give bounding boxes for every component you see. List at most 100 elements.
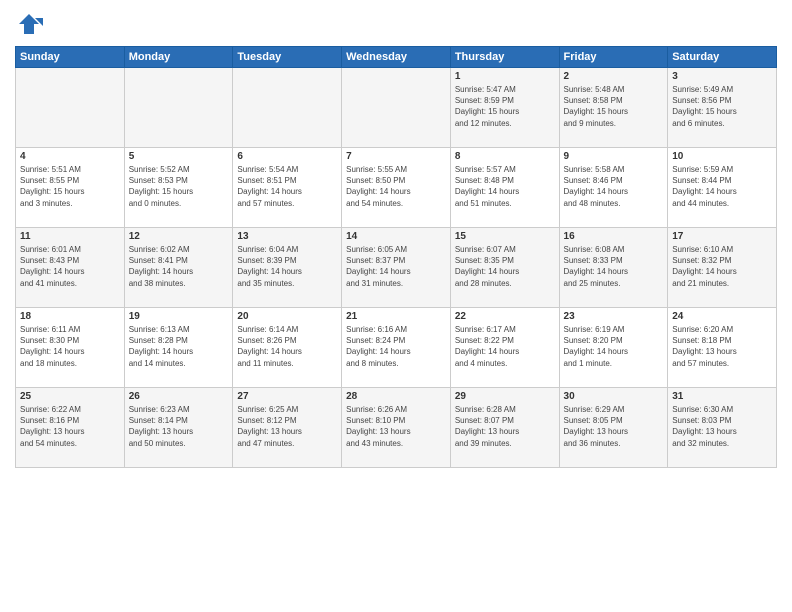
calendar-cell: 20Sunrise: 6:14 AMSunset: 8:26 PMDayligh… (233, 308, 342, 388)
calendar-cell: 21 Sunrise: 6:16 AMSunset: 8:24 PMDayligh… (342, 308, 451, 388)
day-number: 12 (129, 231, 229, 242)
week-row-3: 11 Sunrise: 6:01 AMSunset: 8:43 PMDayligh… (16, 228, 777, 308)
day-header-friday: Friday (559, 47, 668, 68)
day-header-monday: Monday (124, 47, 233, 68)
day-info: Sunrise: 6:07 AMSunset: 8:35 PMDaylight:… (455, 244, 555, 289)
calendar-cell: 30 Sunrise: 6:29 AMSunset: 8:05 PMDayligh… (559, 388, 668, 468)
day-number: 7 (346, 151, 446, 162)
day-header-thursday: Thursday (450, 47, 559, 68)
calendar-cell: 25Sunrise: 6:22 AMSunset: 8:16 PMDayligh… (16, 388, 125, 468)
day-number: 14 (346, 231, 446, 242)
calendar-cell: 12 Sunrise: 6:02 AMSunset: 8:41 PMDayligh… (124, 228, 233, 308)
day-info: Sunrise: 6:17 AMSunset: 8:22 PMDaylight:… (455, 324, 555, 369)
day-info: Sunrise: 6:23 AMSunset: 8:14 PMDaylight:… (129, 404, 229, 449)
day-number: 5 (129, 151, 229, 162)
day-header-wednesday: Wednesday (342, 47, 451, 68)
day-info: Sunrise: 5:49 AMSunset: 8:56 PMDaylight:… (672, 84, 772, 129)
calendar-cell: 9 Sunrise: 5:58 AMSunset: 8:46 PMDaylight… (559, 148, 668, 228)
calendar-cell (124, 68, 233, 148)
calendar-cell: 24 Sunrise: 6:20 AMSunset: 8:18 PMDayligh… (668, 308, 777, 388)
logo (15, 10, 47, 38)
day-info: Sunrise: 6:30 AMSunset: 8:03 PMDaylight:… (672, 404, 772, 449)
week-row-1: 1 Sunrise: 5:47 AMSunset: 8:59 PMDaylight… (16, 68, 777, 148)
calendar-cell: 13 Sunrise: 6:04 AMSunset: 8:39 PMDayligh… (233, 228, 342, 308)
day-number: 23 (564, 311, 664, 322)
day-number: 21 (346, 311, 446, 322)
day-info: Sunrise: 5:54 AMSunset: 8:51 PMDaylight:… (237, 164, 337, 209)
day-info: Sunrise: 5:55 AMSunset: 8:50 PMDaylight:… (346, 164, 446, 209)
day-number: 11 (20, 231, 120, 242)
day-info: Sunrise: 6:01 AMSunset: 8:43 PMDaylight:… (20, 244, 120, 289)
day-info: Sunrise: 6:13 AMSunset: 8:28 PMDaylight:… (129, 324, 229, 369)
logo-icon (15, 10, 43, 38)
day-number: 20 (237, 311, 337, 322)
calendar-cell: 23 Sunrise: 6:19 AMSunset: 8:20 PMDayligh… (559, 308, 668, 388)
day-number: 26 (129, 391, 229, 402)
day-header-saturday: Saturday (668, 47, 777, 68)
day-number: 24 (672, 311, 772, 322)
day-info: Sunrise: 5:48 AMSunset: 8:58 PMDaylight:… (564, 84, 664, 129)
day-info: Sunrise: 5:57 AMSunset: 8:48 PMDaylight:… (455, 164, 555, 209)
calendar-cell: 10 Sunrise: 5:59 AMSunset: 8:44 PMDayligh… (668, 148, 777, 228)
day-number: 27 (237, 391, 337, 402)
calendar-cell: 19 Sunrise: 6:13 AMSunset: 8:28 PMDayligh… (124, 308, 233, 388)
day-number: 16 (564, 231, 664, 242)
calendar-cell: 16 Sunrise: 6:08 AMSunset: 8:33 PMDayligh… (559, 228, 668, 308)
day-info: Sunrise: 6:20 AMSunset: 8:18 PMDaylight:… (672, 324, 772, 369)
day-number: 10 (672, 151, 772, 162)
day-number: 17 (672, 231, 772, 242)
day-number: 9 (564, 151, 664, 162)
day-info: Sunrise: 6:19 AMSunset: 8:20 PMDaylight:… (564, 324, 664, 369)
day-info: Sunrise: 5:58 AMSunset: 8:46 PMDaylight:… (564, 164, 664, 209)
week-row-4: 18 Sunrise: 6:11 AMSunset: 8:30 PMDayligh… (16, 308, 777, 388)
day-number: 6 (237, 151, 337, 162)
day-number: 25 (20, 391, 120, 402)
calendar-cell (16, 68, 125, 148)
day-info: Sunrise: 5:51 AMSunset: 8:55 PMDaylight:… (20, 164, 120, 209)
day-number: 13 (237, 231, 337, 242)
day-number: 4 (20, 151, 120, 162)
day-info: Sunrise: 6:10 AMSunset: 8:32 PMDaylight:… (672, 244, 772, 289)
day-info: Sunrise: 6:02 AMSunset: 8:41 PMDaylight:… (129, 244, 229, 289)
calendar-table: SundayMondayTuesdayWednesdayThursdayFrid… (15, 46, 777, 468)
main-container: SundayMondayTuesdayWednesdayThursdayFrid… (0, 0, 792, 612)
calendar-cell: 11 Sunrise: 6:01 AMSunset: 8:43 PMDayligh… (16, 228, 125, 308)
day-number: 29 (455, 391, 555, 402)
day-info: Sunrise: 6:11 AMSunset: 8:30 PMDaylight:… (20, 324, 120, 369)
header (15, 10, 777, 38)
week-row-5: 25Sunrise: 6:22 AMSunset: 8:16 PMDayligh… (16, 388, 777, 468)
day-info: Sunrise: 6:26 AMSunset: 8:10 PMDaylight:… (346, 404, 446, 449)
day-header-tuesday: Tuesday (233, 47, 342, 68)
day-number: 3 (672, 71, 772, 82)
day-number: 2 (564, 71, 664, 82)
calendar-cell: 2 Sunrise: 5:48 AMSunset: 8:58 PMDaylight… (559, 68, 668, 148)
day-number: 8 (455, 151, 555, 162)
day-number: 19 (129, 311, 229, 322)
calendar-cell: 1 Sunrise: 5:47 AMSunset: 8:59 PMDaylight… (450, 68, 559, 148)
day-number: 18 (20, 311, 120, 322)
calendar-cell: 28Sunrise: 6:26 AMSunset: 8:10 PMDayligh… (342, 388, 451, 468)
day-info: Sunrise: 6:08 AMSunset: 8:33 PMDaylight:… (564, 244, 664, 289)
day-number: 31 (672, 391, 772, 402)
day-info: Sunrise: 6:05 AMSunset: 8:37 PMDaylight:… (346, 244, 446, 289)
calendar-cell: 26 Sunrise: 6:23 AMSunset: 8:14 PMDayligh… (124, 388, 233, 468)
calendar-cell: 17 Sunrise: 6:10 AMSunset: 8:32 PMDayligh… (668, 228, 777, 308)
day-info: Sunrise: 5:59 AMSunset: 8:44 PMDaylight:… (672, 164, 772, 209)
calendar-cell: 27Sunrise: 6:25 AMSunset: 8:12 PMDayligh… (233, 388, 342, 468)
calendar-cell: 4 Sunrise: 5:51 AMSunset: 8:55 PMDaylight… (16, 148, 125, 228)
calendar-cell: 29 Sunrise: 6:28 AMSunset: 8:07 PMDayligh… (450, 388, 559, 468)
calendar-cell: 3 Sunrise: 5:49 AMSunset: 8:56 PMDaylight… (668, 68, 777, 148)
calendar-cell: 8 Sunrise: 5:57 AMSunset: 8:48 PMDaylight… (450, 148, 559, 228)
calendar-cell: 31 Sunrise: 6:30 AMSunset: 8:03 PMDayligh… (668, 388, 777, 468)
day-number: 15 (455, 231, 555, 242)
day-number: 1 (455, 71, 555, 82)
day-info: Sunrise: 6:28 AMSunset: 8:07 PMDaylight:… (455, 404, 555, 449)
day-number: 30 (564, 391, 664, 402)
header-row: SundayMondayTuesdayWednesdayThursdayFrid… (16, 47, 777, 68)
day-info: Sunrise: 6:16 AMSunset: 8:24 PMDaylight:… (346, 324, 446, 369)
day-info: Sunrise: 6:29 AMSunset: 8:05 PMDaylight:… (564, 404, 664, 449)
day-info: Sunrise: 6:04 AMSunset: 8:39 PMDaylight:… (237, 244, 337, 289)
day-info: Sunrise: 5:47 AMSunset: 8:59 PMDaylight:… (455, 84, 555, 129)
calendar-cell (233, 68, 342, 148)
day-info: Sunrise: 5:52 AMSunset: 8:53 PMDaylight:… (129, 164, 229, 209)
